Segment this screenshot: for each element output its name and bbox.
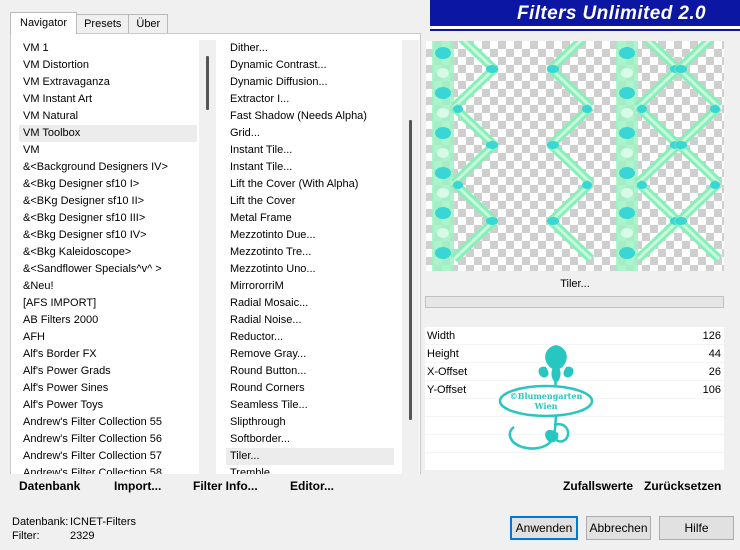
filter-list-item[interactable]: Metal Frame bbox=[226, 210, 394, 227]
filter-list-item[interactable]: Dynamic Contrast... bbox=[226, 57, 394, 74]
category-list-item[interactable]: &<Bkg Kaleidoscope> bbox=[19, 244, 197, 261]
category-list-item[interactable]: &<BKg Designer sf10 II> bbox=[19, 193, 197, 210]
filter-list-item[interactable]: Remove Gray... bbox=[226, 346, 394, 363]
filter-list-item[interactable]: Radial Noise... bbox=[226, 312, 394, 329]
filter-list-item[interactable]: Grid... bbox=[226, 125, 394, 142]
app-title: Filters Unlimited 2.0 bbox=[430, 0, 740, 29]
filter-list-item[interactable]: Softborder... bbox=[226, 431, 394, 448]
category-list-item[interactable]: [AFS IMPORT] bbox=[19, 295, 197, 312]
param-name: X-Offset bbox=[427, 366, 468, 378]
cancel-button[interactable]: Abbrechen bbox=[586, 516, 651, 540]
navigator-button-bar: Datenbank Import... Filter Info... Edito… bbox=[0, 474, 421, 498]
status-datenbank-label: Datenbank: bbox=[12, 516, 69, 528]
category-list-item[interactable]: AFH bbox=[19, 329, 197, 346]
filter-info-button[interactable]: Filter Info... bbox=[193, 479, 258, 493]
category-list-item[interactable]: &<Bkg Designer sf10 III> bbox=[19, 210, 197, 227]
status-datenbank-value: ICNET-Filters bbox=[70, 516, 136, 528]
filter-list-item[interactable]: Seamless Tile... bbox=[226, 397, 394, 414]
category-list-item[interactable]: Andrew's Filter Collection 56 bbox=[19, 431, 197, 448]
filter-list-item[interactable]: Round Button... bbox=[226, 363, 394, 380]
random-values-button[interactable]: Zufallswerte bbox=[563, 479, 633, 493]
category-list-item[interactable]: VM 1 bbox=[19, 40, 197, 57]
category-list-item[interactable]: Andrew's Filter Collection 57 bbox=[19, 448, 197, 465]
reset-button[interactable]: Zurücksetzen bbox=[644, 479, 721, 493]
preview-slider-bar[interactable] bbox=[425, 296, 724, 308]
filter-preview bbox=[426, 41, 724, 271]
filter-list-item[interactable]: Lift the Cover bbox=[226, 193, 394, 210]
status-datenbank: Datenbank: ICNET-Filters bbox=[12, 516, 136, 528]
preview-filter-label: Tiler... bbox=[560, 278, 590, 290]
category-list-item[interactable]: VM Extravaganza bbox=[19, 74, 197, 91]
import-button[interactable]: Import... bbox=[114, 479, 161, 493]
filter-list-item[interactable]: Instant Tile... bbox=[226, 159, 394, 176]
filter-list-item[interactable]: Round Corners bbox=[226, 380, 394, 397]
category-list-item[interactable]: Alf's Power Toys bbox=[19, 397, 197, 414]
tab-bar: Navigator Presets Über bbox=[10, 12, 169, 34]
category-list-item[interactable]: &<Background Designers IV> bbox=[19, 159, 197, 176]
category-list-item[interactable]: VM Toolbox bbox=[19, 125, 197, 142]
category-list-item[interactable]: VM Natural bbox=[19, 108, 197, 125]
param-value: 26 bbox=[708, 366, 721, 378]
filter-scrollbar[interactable] bbox=[402, 40, 419, 500]
filter-list-item[interactable]: Extractor I... bbox=[226, 91, 394, 108]
category-list-item[interactable]: &<Sandflower Specials^v^ > bbox=[19, 261, 197, 278]
filter-list-item[interactable]: MirrororriM bbox=[226, 278, 394, 295]
filter-list-item[interactable]: Radial Mosaic... bbox=[226, 295, 394, 312]
category-list-item[interactable]: &Neu! bbox=[19, 278, 197, 295]
param-name: Height bbox=[427, 348, 459, 360]
blumengarten-watermark-logo: ©Blumengarten Wien bbox=[498, 345, 594, 450]
filter-list-item[interactable]: Reductor... bbox=[226, 329, 394, 346]
preview-tiled-pattern bbox=[432, 41, 724, 271]
category-scrollbar[interactable] bbox=[199, 40, 216, 500]
filter-list-item[interactable]: Tiler... bbox=[226, 448, 394, 465]
watermark-line1: ©Blumengarten bbox=[510, 391, 583, 401]
filter-list-item[interactable]: Slipthrough bbox=[226, 414, 394, 431]
filter-list-item[interactable]: Mezzotinto Tre... bbox=[226, 244, 394, 261]
status-filter: Filter: 2329 bbox=[12, 530, 94, 542]
filter-list-item[interactable]: Dynamic Diffusion... bbox=[226, 74, 394, 91]
filter-list-item[interactable]: Mezzotinto Uno... bbox=[226, 261, 394, 278]
datenbank-button[interactable]: Datenbank bbox=[19, 479, 80, 493]
category-list-item[interactable]: VM Distortion bbox=[19, 57, 197, 74]
category-list-item[interactable]: Alf's Power Sines bbox=[19, 380, 197, 397]
param-value: 44 bbox=[708, 348, 721, 360]
category-list-item[interactable]: &<Bkg Designer sf10 I> bbox=[19, 176, 197, 193]
category-list-item[interactable]: AB Filters 2000 bbox=[19, 312, 197, 329]
status-filter-count: 2329 bbox=[70, 530, 95, 542]
tab-navigator[interactable]: Navigator bbox=[10, 12, 78, 34]
param-value: 126 bbox=[702, 330, 721, 342]
editor-button[interactable]: Editor... bbox=[290, 479, 334, 493]
filter-list-item[interactable]: Lift the Cover (With Alpha) bbox=[226, 176, 394, 193]
category-list-item[interactable]: Andrew's Filter Collection 55 bbox=[19, 414, 197, 431]
param-name: Width bbox=[427, 330, 456, 342]
filter-list-item[interactable]: Fast Shadow (Needs Alpha) bbox=[226, 108, 394, 125]
status-filter-label: Filter: bbox=[12, 530, 40, 542]
category-scroll-thumb[interactable] bbox=[206, 56, 209, 110]
filter-list-item[interactable]: Dither... bbox=[226, 40, 394, 57]
filter-scroll-thumb[interactable] bbox=[409, 120, 412, 420]
filter-list-item[interactable]: Instant Tile... bbox=[226, 142, 394, 159]
navigator-panel: VM 1 VM Distortion VM Extravaganza VM Insta… bbox=[10, 33, 421, 500]
category-list-item[interactable]: &<Bkg Designer sf10 IV> bbox=[19, 227, 197, 244]
category-list-item[interactable]: Alf's Power Grads bbox=[19, 363, 197, 380]
param-value: 106 bbox=[702, 384, 721, 396]
help-button[interactable]: Hilfe bbox=[659, 516, 734, 540]
filter-list[interactable]: Dither... Dynamic Contrast... Dynamic Diff… bbox=[226, 40, 394, 500]
filter-list-item[interactable]: Mezzotinto Due... bbox=[226, 227, 394, 244]
category-list[interactable]: VM 1 VM Distortion VM Extravaganza VM Insta… bbox=[19, 40, 197, 500]
tab-presets[interactable]: Presets bbox=[77, 14, 130, 34]
category-list-item[interactable]: VM bbox=[19, 142, 197, 159]
param-name: Y-Offset bbox=[427, 384, 467, 396]
apply-button[interactable]: Anwenden bbox=[510, 516, 578, 540]
category-list-item[interactable]: VM Instant Art bbox=[19, 91, 197, 108]
category-list-item[interactable]: Alf's Border FX bbox=[19, 346, 197, 363]
watermark-line2: Wien bbox=[534, 401, 558, 411]
tab-ueber[interactable]: Über bbox=[129, 14, 169, 34]
